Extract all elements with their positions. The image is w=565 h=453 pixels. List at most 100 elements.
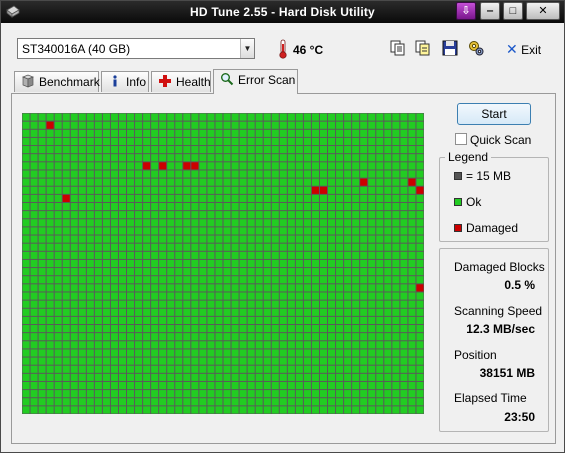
ok-block xyxy=(159,300,167,308)
ok-block xyxy=(295,373,303,381)
ok-block xyxy=(255,333,263,341)
ok-block xyxy=(400,284,408,292)
tab-error-scan[interactable]: Error Scan xyxy=(213,69,298,94)
start-button[interactable]: Start xyxy=(457,103,531,125)
ok-block xyxy=(231,276,239,284)
ok-block xyxy=(392,284,400,292)
ok-block xyxy=(352,373,360,381)
ok-block xyxy=(392,390,400,398)
ok-block xyxy=(175,129,183,137)
ok-block xyxy=(392,316,400,325)
ok-block xyxy=(303,113,311,121)
exit-button[interactable]: ✕ Exit xyxy=(506,41,541,58)
ok-block xyxy=(271,333,279,341)
options-icon[interactable] xyxy=(467,39,485,57)
ok-block xyxy=(336,194,344,202)
tab-info[interactable]: Info xyxy=(101,71,149,92)
block-swatch-icon xyxy=(454,172,462,180)
close-button[interactable]: ✕ xyxy=(526,2,560,20)
ok-block xyxy=(135,276,143,284)
ok-block xyxy=(408,390,416,398)
tab-benchmark[interactable]: Benchmark xyxy=(14,71,100,92)
ok-block xyxy=(110,121,118,129)
ok-block xyxy=(336,227,344,235)
ok-block xyxy=(110,162,118,170)
quick-scan-checkbox[interactable] xyxy=(455,133,467,145)
ok-block xyxy=(38,186,46,194)
ok-block xyxy=(368,154,376,162)
ok-block xyxy=(271,259,279,268)
download-icon[interactable]: ⇩ xyxy=(456,2,476,20)
ok-block xyxy=(62,300,70,308)
ok-block xyxy=(46,146,54,154)
ok-block xyxy=(360,194,368,202)
ok-block xyxy=(127,292,135,300)
ok-block xyxy=(199,365,207,373)
drive-select[interactable]: ST340016A (40 GB) ▼ xyxy=(17,38,255,59)
maximize-button[interactable]: □ xyxy=(503,2,523,20)
ok-block xyxy=(271,284,279,292)
ok-block xyxy=(223,349,231,357)
ok-block xyxy=(191,292,199,300)
ok-block xyxy=(368,146,376,154)
ok-block xyxy=(328,202,336,211)
ok-block xyxy=(167,154,175,162)
ok-block xyxy=(199,349,207,357)
ok-block xyxy=(311,113,319,121)
ok-block xyxy=(38,113,46,121)
ok-block xyxy=(183,365,191,373)
ok-block xyxy=(175,162,183,170)
copy-info-icon[interactable] xyxy=(414,39,432,57)
save-icon[interactable] xyxy=(441,39,459,57)
ok-block xyxy=(408,268,416,276)
ok-block xyxy=(54,211,62,219)
ok-block xyxy=(352,251,360,259)
legend-ok: Ok xyxy=(454,195,481,209)
copy-icon[interactable] xyxy=(389,39,407,57)
ok-block xyxy=(30,219,38,227)
ok-block xyxy=(143,390,151,398)
chevron-down-icon[interactable]: ▼ xyxy=(240,39,254,58)
ok-block xyxy=(239,113,247,121)
ok-block xyxy=(183,251,191,259)
ok-block xyxy=(255,381,263,390)
ok-block xyxy=(336,268,344,276)
ok-block xyxy=(118,194,127,202)
ok-block xyxy=(199,121,207,129)
ok-block xyxy=(287,308,295,316)
ok-block xyxy=(408,194,416,202)
ok-block xyxy=(62,129,70,137)
ok-block xyxy=(110,268,118,276)
ok-block xyxy=(368,113,376,121)
minimize-button[interactable]: ‒ xyxy=(480,2,500,20)
tab-health[interactable]: Health xyxy=(151,71,211,92)
ok-block xyxy=(408,121,416,129)
ok-block xyxy=(239,365,247,373)
ok-block xyxy=(78,235,86,243)
ok-block xyxy=(255,154,263,162)
ok-block xyxy=(303,390,311,398)
ok-block xyxy=(247,162,255,170)
ok-block xyxy=(239,219,247,227)
ok-block xyxy=(183,129,191,137)
ok-block xyxy=(183,178,191,186)
ok-block xyxy=(295,276,303,284)
ok-block xyxy=(400,170,408,178)
ok-block xyxy=(295,398,303,406)
ok-block xyxy=(360,154,368,162)
ok-block xyxy=(376,398,384,406)
ok-block xyxy=(303,154,311,162)
ok-block xyxy=(102,284,110,292)
ok-block xyxy=(392,227,400,235)
ok-block xyxy=(118,154,127,162)
ok-block xyxy=(408,333,416,341)
title-bar[interactable]: HD Tune 2.55 - Hard Disk Utility ⇩ ‒ □ ✕ xyxy=(1,1,564,23)
ok-block xyxy=(287,357,295,365)
ok-block xyxy=(38,162,46,170)
ok-block xyxy=(255,276,263,284)
ok-block xyxy=(392,178,400,186)
ok-block xyxy=(30,170,38,178)
ok-block xyxy=(30,227,38,235)
ok-block xyxy=(231,178,239,186)
ok-block xyxy=(151,121,159,129)
